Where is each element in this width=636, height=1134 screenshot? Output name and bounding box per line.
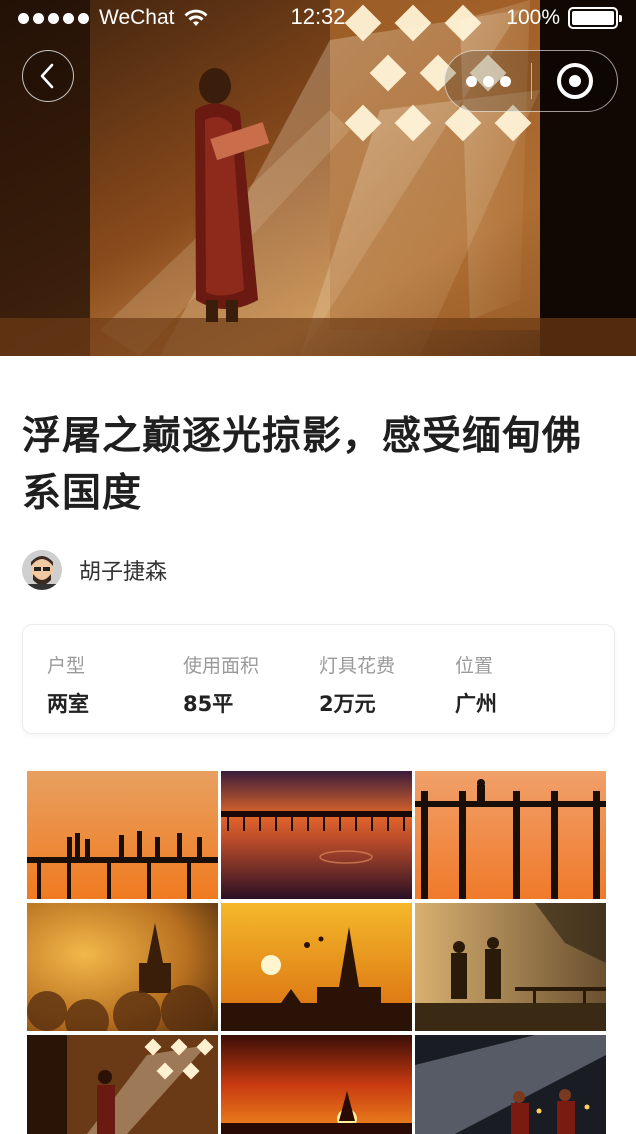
- avatar[interactable]: [22, 550, 62, 590]
- mini-program-capsule: [444, 50, 618, 112]
- info-value: 两室: [47, 692, 89, 716]
- gallery-photo-monks-walking[interactable]: [415, 903, 606, 1031]
- info-lighting-cost: 灯具花费 2万元: [319, 651, 395, 718]
- gallery-photo-novices-candles[interactable]: [415, 1035, 606, 1134]
- info-label: 使用面积: [183, 655, 260, 677]
- gallery-photo-monk-in-light[interactable]: [27, 1035, 218, 1134]
- info-value: 2万元: [319, 692, 376, 716]
- close-mini-program-button[interactable]: [532, 51, 617, 111]
- house-info-card: 户型 两室 使用面积 85平 灯具花费 2万元 位置 广州: [22, 624, 615, 734]
- back-button[interactable]: [22, 50, 74, 102]
- chevron-left-icon: [40, 63, 54, 89]
- info-label: 位置: [455, 655, 494, 677]
- info-label: 户型: [47, 655, 86, 677]
- battery-icon: [568, 7, 622, 29]
- info-area: 使用面积 85平: [183, 651, 259, 718]
- gallery-photo-monk-on-bridge[interactable]: [415, 771, 606, 899]
- gallery-photo-bridge-silhouettes[interactable]: [27, 771, 218, 899]
- info-layout: 户型 两室: [47, 651, 89, 718]
- info-value: 广州: [455, 692, 497, 716]
- article-title: 浮屠之巅逐光掠影，感受缅甸佛系国度: [22, 414, 583, 516]
- author-row[interactable]: 胡子捷森: [22, 549, 167, 591]
- author-name[interactable]: 胡子捷森: [79, 554, 167, 586]
- gallery-photo-sunset-temple-balloons[interactable]: [221, 903, 412, 1031]
- target-circle-icon: [556, 63, 593, 99]
- gallery-photo-bridge-reflection[interactable]: [221, 771, 412, 899]
- info-value: 85平: [183, 692, 234, 716]
- battery-percent: 100%: [506, 6, 560, 29]
- gallery-photo-misty-pagodas[interactable]: [27, 903, 218, 1031]
- more-dots-icon: [465, 75, 477, 87]
- info-location: 位置 广州: [455, 651, 497, 718]
- photo-gallery: [27, 771, 607, 1134]
- author-avatar-icon: [22, 550, 62, 590]
- gallery-photo-red-sunset-pagoda[interactable]: [221, 1035, 412, 1134]
- status-bar: WeChat 12:32 100%: [0, 0, 636, 38]
- more-button[interactable]: [445, 51, 531, 111]
- battery-group: 100%: [506, 6, 622, 30]
- info-label: 灯具花费: [319, 655, 396, 677]
